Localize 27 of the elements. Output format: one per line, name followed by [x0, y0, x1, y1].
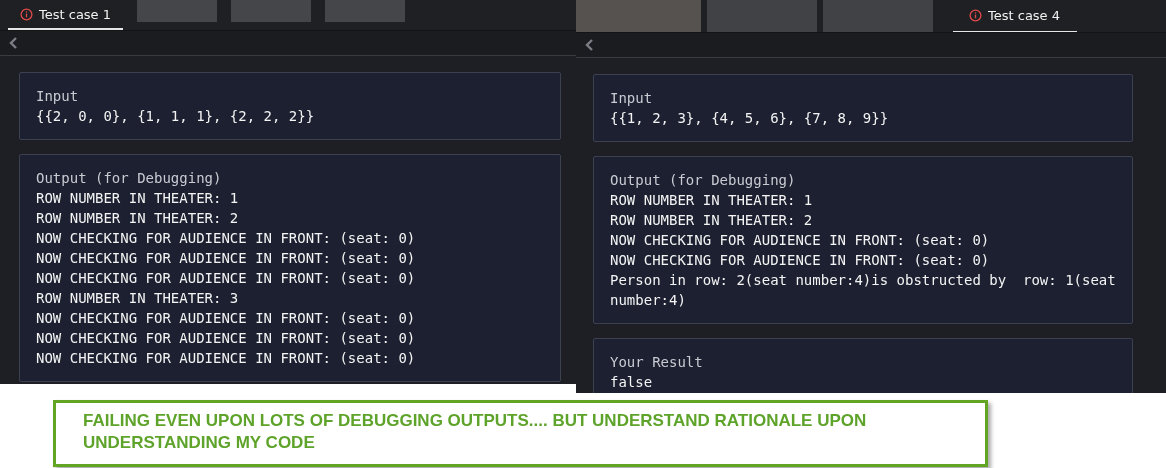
card-title: Input: [610, 89, 654, 108]
output-line: NOW CHECKING FOR AUDIENCE IN FRONT: (seat: 0): [36, 329, 417, 348]
card-title: Your Result: [610, 353, 704, 372]
info-icon: [20, 7, 33, 21]
card-title: Output (for Debugging): [36, 169, 223, 188]
back-chevron-icon[interactable]: [585, 39, 595, 51]
output-line: Person in row: 2(seat number:4)is obstructed by row: 1(seat number:4): [610, 271, 1117, 310]
output-line: NOW CHECKING FOR AUDIENCE IN FRONT: (seat: 0): [36, 309, 417, 328]
output-line: NOW CHECKING FOR AUDIENCE IN FRONT: (seat: 0): [36, 269, 417, 288]
output-line: NOW CHECKING FOR AUDIENCE IN FRONT: (seat: 0): [610, 231, 991, 250]
annotation-note: FAILING EVEN UPON LOTS OF DEBUGGING OUTPUTS.... BUT UNDERSTAND RATIONALE UPON UNDERSTANDING MY CODE: [53, 400, 988, 467]
info-icon: [969, 9, 982, 22]
output-line: {{2, 0, 0}, {1, 1, 1}, {2, 2, 2}}: [36, 107, 316, 126]
back-chevron-icon[interactable]: [9, 37, 19, 49]
output-line: ROW NUMBER IN THEATER: 3: [36, 289, 240, 308]
output-line: NOW CHECKING FOR AUDIENCE IN FRONT: (seat: 0): [610, 251, 991, 270]
output-line: ROW NUMBER IN THEATER: 1: [610, 191, 814, 210]
output-line: ROW NUMBER IN THEATER: 2: [610, 211, 814, 230]
output-line: NOW CHECKING FOR AUDIENCE IN FRONT: (seat: 0): [36, 249, 417, 268]
output-line: ROW NUMBER IN THEATER: 1: [36, 189, 240, 208]
output-line: ROW NUMBER IN THEATER: 2: [36, 209, 240, 228]
output-line: {{1, 2, 3}, {4, 5, 6}, {7, 8, 9}}: [610, 109, 890, 128]
output-line: false: [610, 373, 654, 392]
card-title: Output (for Debugging): [610, 171, 797, 190]
card-title: Input: [36, 87, 80, 106]
output-line: NOW CHECKING FOR AUDIENCE IN FRONT: (seat: 0): [36, 229, 417, 248]
output-line: NOW CHECKING FOR AUDIENCE IN FRONT: (seat: 0): [36, 349, 417, 368]
